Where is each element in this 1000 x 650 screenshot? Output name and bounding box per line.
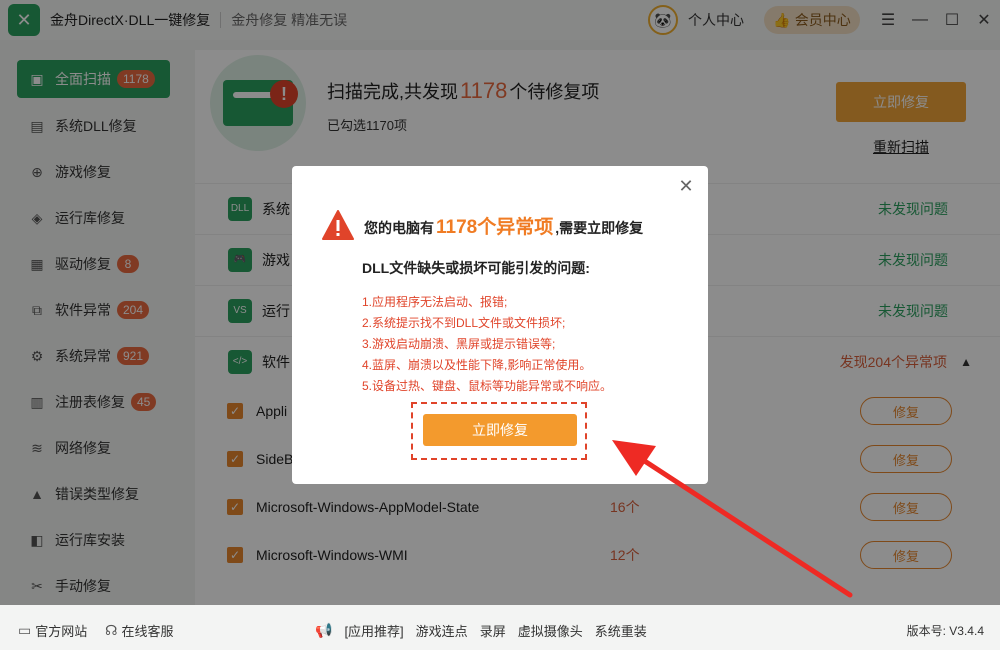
footer-bar: ▭ 官方网站 ☊ 在线客服 📢 [应用推荐] 游戏连点 录屏 虚拟摄像头 系统重…	[0, 610, 1000, 650]
close-icon[interactable]: ✕	[676, 176, 696, 196]
app-recommend-label: [应用推荐]	[344, 623, 404, 639]
warning-icon	[322, 210, 354, 240]
footer-links: 📢 [应用推荐] 游戏连点 录屏 虚拟摄像头 系统重装	[315, 621, 647, 640]
dialog-subtitle: DLL文件缺失或损坏可能引发的问题:	[362, 260, 590, 276]
monitor-icon: ▭	[18, 621, 32, 638]
version-label: 版本号: V3.4.4	[906, 623, 984, 638]
official-site-link[interactable]: ▭ 官方网站	[18, 621, 87, 640]
headset-icon: ☊	[105, 621, 118, 638]
footer-link-screen-record[interactable]: 录屏	[480, 621, 506, 640]
dialog-repair-now-button[interactable]: 立即修复	[423, 414, 577, 446]
online-service-label: 在线客服	[121, 623, 174, 639]
dialog-heading: 您的电脑有 1178个异常项 ,需要立即修复	[364, 212, 643, 239]
footer-link-virtual-camera[interactable]: 虚拟摄像头	[518, 621, 583, 640]
problem-list: 1.应用程序无法启动、报错; 2.系统提示找不到DLL文件或文件损坏; 3.游戏…	[362, 292, 612, 397]
problem-item: 4.蓝屏、崩溃以及性能下降,影响正常使用。	[362, 358, 592, 372]
online-service-link[interactable]: ☊ 在线客服	[105, 621, 173, 640]
problem-item: 1.应用程序无法启动、报错;	[362, 295, 508, 309]
footer-link-system-reinstall[interactable]: 系统重装	[595, 621, 647, 640]
footer-link-auto-clicker[interactable]: 游戏连点	[416, 621, 468, 640]
problem-item: 3.游戏启动崩溃、黑屏或提示错误等;	[362, 337, 556, 351]
problem-item: 2.系统提示找不到DLL文件或文件损坏;	[362, 316, 566, 330]
red-arrow-annotation	[612, 440, 853, 598]
megaphone-icon: 📢	[315, 621, 333, 638]
dialog-issue-count: 1178个异常项	[436, 217, 554, 238]
dialog-heading-prefix: 您的电脑有	[364, 220, 434, 236]
official-site-label: 官方网站	[35, 623, 88, 639]
problem-item: 5.设备过热、键盘、鼠标等功能异常或不响应。	[362, 379, 613, 393]
dialog-heading-suffix: ,需要立即修复	[555, 220, 644, 236]
